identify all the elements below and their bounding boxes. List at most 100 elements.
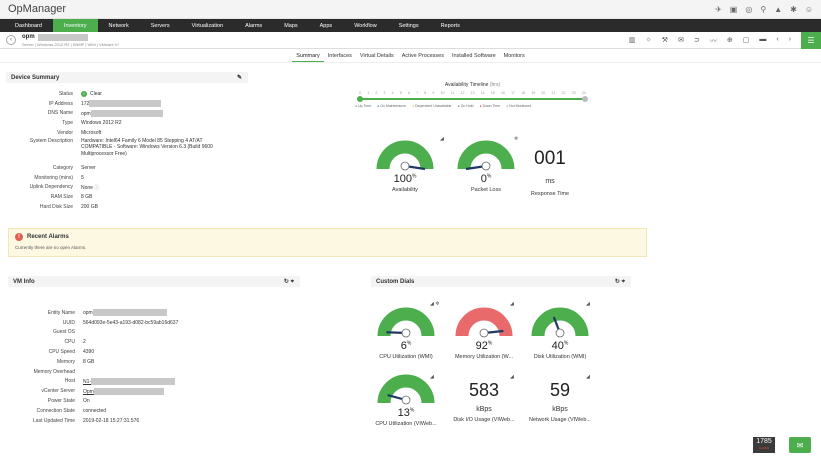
back-button[interactable]: ‹	[6, 35, 16, 45]
alarm-icon: !	[15, 233, 23, 241]
gauge-hub	[401, 395, 411, 405]
top-toolbar: ✈ ▣ ◎ ⚲ ▲ ✱ ☺	[715, 5, 813, 14]
vm-row: Power State On	[47, 398, 90, 405]
signal-icon: ◢	[586, 374, 590, 380]
timeline-hour-label: 22	[561, 91, 566, 95]
pin-icon[interactable]: ⌖	[291, 279, 294, 285]
vm-row: Last Updated Time 2019-02-18 15:27:31.576	[33, 417, 140, 424]
summary-row: DNS Name opm	[6, 109, 248, 119]
nav-reports[interactable]: Reports	[430, 19, 471, 32]
help-icon[interactable]: ⓘ	[94, 185, 99, 191]
summary-row: IP Address 172	[6, 99, 248, 109]
timeline-legend: Up Time On Maintenance Dependent Unavailab…	[355, 104, 590, 108]
vm-info-panel: VM Info ↻ ⌖ Entity Name opm UUID 564d093e-5…	[8, 276, 300, 426]
tab-virtual-details[interactable]: Virtual Details	[356, 53, 398, 62]
gauge-cpu-viweb: 13% CPU Utilization (VIWeb...	[372, 372, 440, 427]
timeline-hour-label: 6	[407, 91, 410, 95]
vm-row: Entity Name opm	[8, 308, 300, 318]
gauge-memory-wmi: 92% Memory Utilization (W...	[450, 305, 518, 360]
bell-icon[interactable]: ▲	[774, 5, 782, 14]
legend-item: Dependent Unavailable	[412, 104, 451, 108]
vm-row: CPU Speed 4390	[48, 349, 95, 356]
legend-item: Not Monitored	[506, 104, 531, 108]
link-icon[interactable]: ⊃	[694, 36, 700, 46]
chart-icon[interactable]: ▥	[629, 36, 636, 46]
timeline-hour-label: 18	[521, 91, 526, 95]
chat-button[interactable]: ✉	[789, 437, 811, 453]
summary-row: Uplink Dependency None ⓘ	[29, 184, 100, 191]
refresh-icon[interactable]: ↻	[615, 279, 620, 285]
recent-alarms: ! Recent Alarms Currently there are no op…	[8, 228, 647, 257]
timeline-hour-label: 10	[440, 91, 445, 95]
disk-io-usage: 583 kBps Disk I/O Usage (VIWeb...	[453, 380, 515, 423]
nav-maps[interactable]: Maps	[273, 19, 308, 32]
nav-alarms[interactable]: Alarms	[234, 19, 273, 32]
next-icon[interactable]: ›	[789, 36, 791, 46]
gauge-cpu-wmi: 6% CPU Utilization (WMI)	[372, 305, 440, 360]
tools-icon[interactable]: ⚒	[662, 36, 668, 46]
timeline-hour-label: 19	[531, 91, 536, 95]
nav-inventory[interactable]: Inventory	[52, 19, 98, 32]
settings-icon[interactable]: ✲	[514, 136, 518, 142]
timeline-hour-label: 13	[470, 91, 475, 95]
title-bar: OpManager ✈ ▣ ◎ ⚲ ▲ ✱ ☺	[0, 0, 821, 19]
monitor-icon[interactable]: ▣	[730, 5, 738, 14]
tab-active-processes[interactable]: Active Processes	[398, 53, 448, 62]
nav-apps[interactable]: Apps	[309, 19, 344, 32]
rocket-icon[interactable]: ✈	[715, 5, 722, 14]
sun-icon[interactable]: ☼	[645, 36, 651, 46]
device-toolbar: ▥ ☼ ⚒ ✉ ⊃ 〰 ⊕ ▢ ▬ ‹ ›	[629, 36, 791, 46]
refresh-icon[interactable]: ↻	[284, 279, 289, 285]
gauge-dial	[376, 140, 434, 171]
terminal-icon[interactable]: ▬	[759, 36, 766, 46]
menu-button[interactable]: ☰	[801, 32, 821, 49]
response-value: 001	[534, 148, 566, 169]
gauge-disk-wmi: 40% Disk Utilization (WMI)	[526, 305, 594, 360]
vm-row: Memory Overhead	[33, 368, 75, 375]
gauge-dial	[531, 307, 589, 338]
user-icon[interactable]: ☺	[805, 5, 813, 14]
redacted-block	[90, 109, 163, 117]
tab-summary[interactable]: Summary	[292, 53, 324, 62]
screen-icon[interactable]: ▢	[743, 36, 750, 46]
gauge-dial	[457, 140, 515, 171]
gauge-hub	[555, 328, 565, 338]
check-icon: ✓	[81, 90, 87, 97]
prev-icon[interactable]: ‹	[776, 36, 778, 46]
nav-settings[interactable]: Settings	[388, 19, 430, 32]
nav-network[interactable]: Network	[98, 19, 140, 32]
timeline-hour-label: 8	[424, 91, 427, 95]
edit-icon[interactable]: ✎	[237, 74, 242, 81]
nav-workflow[interactable]: Workflow	[343, 19, 388, 32]
timeline-hour-label: 17	[511, 91, 515, 95]
nav-virtualization[interactable]: Virtualization	[181, 19, 234, 32]
tab-interfaces[interactable]: Interfaces	[324, 53, 356, 62]
tab-monitors[interactable]: Monitors	[500, 53, 529, 62]
pin-icon[interactable]: ⌖	[622, 279, 625, 285]
host-link[interactable]: N1-	[83, 379, 91, 385]
gear-icon[interactable]: ✱	[790, 5, 797, 14]
tab-installed-software[interactable]: Installed Software	[448, 53, 500, 62]
timeline-bar	[355, 96, 590, 102]
timeline-hour-label: 16	[500, 91, 505, 95]
search-icon[interactable]: ⚲	[760, 5, 766, 14]
nav-dashboard[interactable]: Dashboard	[4, 19, 53, 32]
gauge-hub	[481, 161, 491, 171]
alarm-counter[interactable]: 1785 ALARMS	[753, 437, 775, 453]
gauge-dial	[377, 307, 435, 338]
timeline-hour-label: 2	[375, 91, 378, 95]
legend-item: Down Time	[479, 104, 501, 108]
vcenter-link[interactable]: Opm	[83, 389, 94, 395]
globe-icon[interactable]: ⊕	[727, 36, 733, 46]
timeline-end-handle[interactable]	[582, 96, 588, 102]
vm-row: Connection State connected	[36, 407, 107, 414]
mail-icon[interactable]: ✉	[678, 36, 684, 46]
graph-icon[interactable]: 〰	[710, 36, 717, 46]
timeline-hour-label: 1	[367, 91, 370, 95]
response-time: 001 ms Response Time	[520, 148, 580, 197]
lifebuoy-icon[interactable]: ◎	[745, 5, 752, 14]
device-summary-title: Device Summary ✎	[6, 72, 248, 83]
timeline-start-handle[interactable]	[357, 96, 363, 102]
timeline-hour-label: 24	[581, 91, 586, 95]
nav-servers[interactable]: Servers	[140, 19, 181, 32]
